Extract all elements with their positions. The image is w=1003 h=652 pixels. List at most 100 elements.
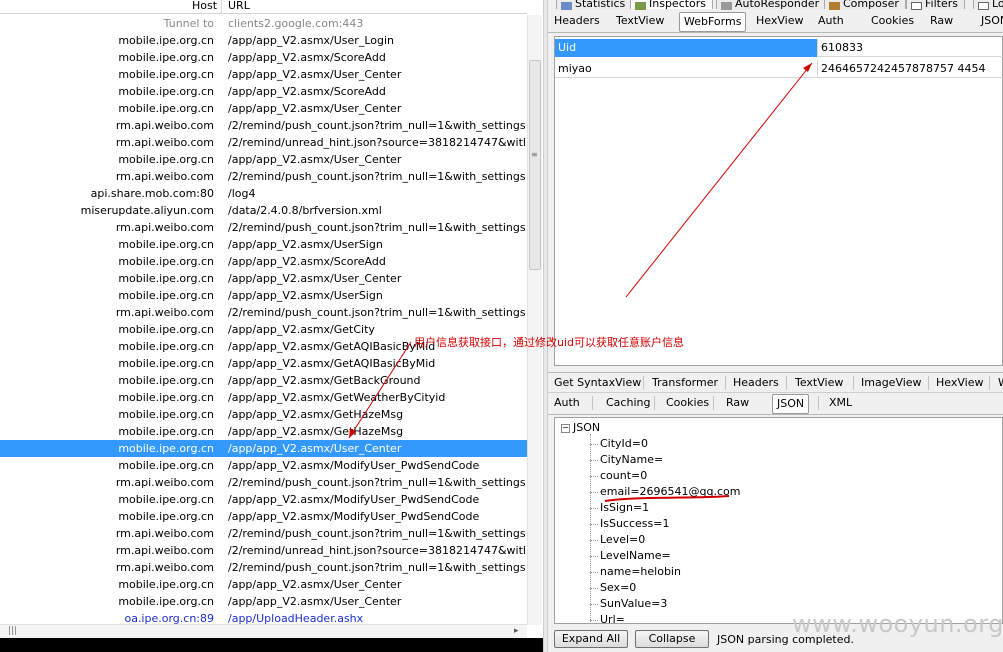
session-host: mobile.ipe.org.cn [118,425,214,438]
session-row[interactable]: mobile.ipe.org.cn/app/app_V2.asmx/GetBac… [0,372,527,389]
session-row[interactable]: mobile.ipe.org.cn/app/app_V2.asmx/UserSi… [0,236,527,253]
tab-divider [654,396,655,410]
session-row[interactable]: mobile.ipe.org.cn/app/app_V2.asmx/Modify… [0,491,527,508]
tab-composer[interactable]: Composer [824,0,906,10]
req-tab-headers[interactable]: Headers [554,12,600,32]
req-tab-textview[interactable]: TextView [616,12,664,32]
resp-tab-imageview[interactable]: ImageView [861,374,922,394]
resp-tab-json[interactable]: JSON [772,394,810,414]
session-row[interactable]: api.share.mob.com:80/log4 [0,185,527,202]
json-root-node[interactable]: − JSON [561,420,600,436]
session-url: /2/remind/unread_hint.json?source=381821… [228,544,525,557]
session-row[interactable]: mobile.ipe.org.cn/app/app_V2.asmx/User_C… [0,593,527,610]
session-row[interactable]: rm.api.weibo.com/2/remind/push_count.jso… [0,304,527,321]
session-row[interactable]: rm.api.weibo.com/2/remind/push_count.jso… [0,474,527,491]
tab-autoresponder[interactable]: AutoResponder [716,0,827,10]
filters-icon [911,2,922,10]
resp-tab-auth[interactable]: Auth [554,394,580,414]
json-node[interactable]: LevelName= [590,548,671,564]
req-tab-raw[interactable]: Raw [930,12,953,32]
json-node[interactable]: Sex=0 [589,580,636,596]
session-host: mobile.ipe.org.cn [118,323,214,336]
scroll-right-arrow-icon[interactable]: ▸ [514,626,519,636]
vertical-scrollbar[interactable]: ≡ [527,15,542,625]
resp-tab-headers[interactable]: Headers [733,374,779,394]
resp-tab-raw[interactable]: Raw [726,394,749,414]
tab-log[interactable]: Lo [973,0,1003,10]
session-row[interactable]: mobile.ipe.org.cn/app/app_V2.asmx/User_C… [0,576,527,593]
session-row[interactable]: Tunnel to clients2.google.com:443 [0,15,527,32]
session-row[interactable]: mobile.ipe.org.cn/app/app_V2.asmx/GetHaz… [0,423,527,440]
session-host: mobile.ipe.org.cn [118,510,214,523]
req-tab-auth[interactable]: Auth [818,12,844,32]
session-host: mobile.ipe.org.cn [118,85,214,98]
json-node[interactable]: CityId=0 [589,436,648,452]
resp-tab-hexview[interactable]: HexView [936,374,983,394]
collapse-button[interactable]: Collapse [635,630,709,648]
json-node[interactable]: Url= [590,612,625,623]
tab-inspectors[interactable]: Inspectors [630,0,714,10]
resp-tab-xml[interactable]: XML [829,394,852,414]
json-node[interactable]: name=helobin [590,564,681,580]
tab-divider [786,376,787,390]
session-row[interactable]: mobile.ipe.org.cn/app/app_V2.asmx/GetAQI… [0,355,527,372]
session-row[interactable]: mobile.ipe.org.cn/app/app_V2.asmx/ScoreA… [0,83,527,100]
url-column-header[interactable]: URL [228,0,250,14]
session-list: Tunnel to clients2.google.com:443 mobile.i… [0,15,527,625]
session-row[interactable]: rm.api.weibo.com/2/remind/push_count.jso… [0,117,527,134]
session-row[interactable]: oa.ipe.org.cn:89/app/UploadHeader.ashx [0,610,527,625]
json-node[interactable]: CityName= [589,452,663,468]
session-row[interactable]: mobile.ipe.org.cn/app/app_V2.asmx/User_C… [0,100,527,117]
session-row[interactable]: rm.api.weibo.com/2/remind/push_count.jso… [0,559,527,576]
json-node[interactable]: IsSign=1 [589,500,649,516]
session-row[interactable]: mobile.ipe.org.cn/app/app_V2.asmx/Modify… [0,508,527,525]
scrollbar-grip-icon: ≡ [531,150,538,159]
session-row[interactable]: rm.api.weibo.com/2/remind/push_count.jso… [0,168,527,185]
json-node[interactable]: IsSuccess=1 [589,516,669,532]
session-row[interactable]: mobile.ipe.org.cn/app/app_V2.asmx/ScoreA… [0,253,527,270]
scrollbar-thumb[interactable] [529,60,541,270]
session-row[interactable]: mobile.ipe.org.cn/app/app_V2.asmx/User_L… [0,32,527,49]
json-node[interactable]: SunValue=3 [589,596,667,612]
session-row[interactable]: mobile.ipe.org.cn/app/app_V2.asmx/User_C… [0,440,527,457]
host-column-header[interactable]: Host [192,0,217,14]
session-row[interactable]: mobile.ipe.org.cn/app/app_V2.asmx/GetWea… [0,389,527,406]
resp-tab-cookies[interactable]: Cookies [666,394,709,414]
session-row[interactable]: mobile.ipe.org.cn/app/app_V2.asmx/GetHaz… [0,406,527,423]
resp-tab-transformer[interactable]: Transformer [652,374,718,394]
session-row[interactable]: mobile.ipe.org.cn/app/app_V2.asmx/Modify… [0,457,527,474]
resp-tab-caching[interactable]: Caching [606,394,650,414]
req-tab-hexview[interactable]: HexView [756,12,803,32]
tab-filters[interactable]: Filters [906,0,965,10]
session-row[interactable]: mobile.ipe.org.cn/app/app_V2.asmx/User_C… [0,151,527,168]
session-row[interactable]: miserupdate.aliyun.com/data/2.4.0.8/brfv… [0,202,527,219]
session-row[interactable]: mobile.ipe.org.cn/app/app_V2.asmx/User_C… [0,66,527,83]
horizontal-scrollbar[interactable]: ||| ▸ [0,624,527,638]
session-row[interactable]: rm.api.weibo.com/2/remind/unread_hint.js… [0,542,527,559]
session-row[interactable]: mobile.ipe.org.cn/app/app_V2.asmx/User_C… [0,270,527,287]
session-row[interactable]: rm.api.weibo.com/2/remind/push_count.jso… [0,219,527,236]
session-host: rm.api.weibo.com [115,561,214,574]
collapse-toggle-icon[interactable]: − [561,424,570,433]
resp-tab-webview[interactable]: W [998,374,1003,394]
req-tab-json[interactable]: JSON [981,12,1003,32]
session-row[interactable]: rm.api.weibo.com/2/remind/unread_hint.js… [0,134,527,151]
req-tab-cookies[interactable]: Cookies [871,12,914,32]
json-node[interactable]: count=0 [589,468,647,484]
session-host: mobile.ipe.org.cn [118,595,214,608]
json-node[interactable]: Level=0 [589,532,645,548]
webform-value[interactable]: 2464657242457878757 4454 [819,60,1003,78]
tab-statistics[interactable]: Statistics [556,0,633,10]
session-row[interactable]: mobile.ipe.org.cn/app/app_V2.asmx/UserSi… [0,287,527,304]
req-tab-webforms[interactable]: WebForms [679,12,747,32]
webform-value[interactable]: 610833 [819,39,1003,57]
webform-row[interactable]: Uid 610833 [555,39,1003,57]
json-node[interactable]: email=2696541@qq.com [590,484,741,500]
session-row[interactable]: rm.api.weibo.com/2/remind/push_count.jso… [0,525,527,542]
column-divider[interactable] [221,0,222,14]
resp-tab-syntaxview[interactable]: Get SyntaxView [554,374,641,394]
resp-tab-textview[interactable]: TextView [795,374,843,394]
webform-row[interactable]: miyao 2464657242457878757 4454 [555,60,1003,78]
session-row[interactable]: mobile.ipe.org.cn/app/app_V2.asmx/ScoreA… [0,49,527,66]
expand-all-button[interactable]: Expand All [554,630,628,648]
